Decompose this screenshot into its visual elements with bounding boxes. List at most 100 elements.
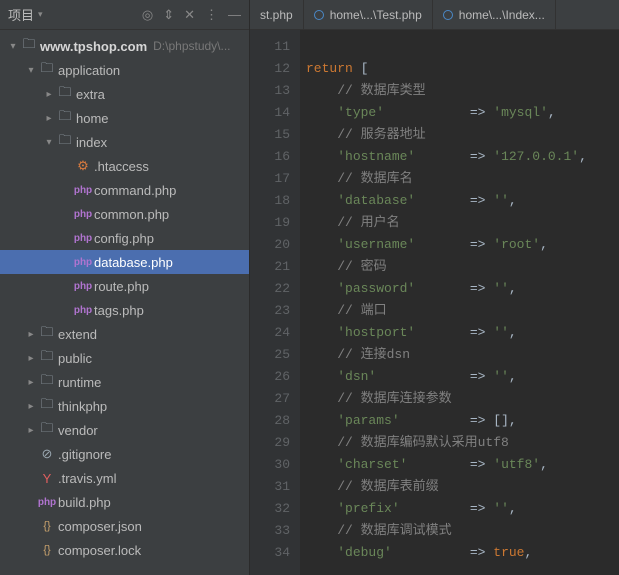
tree-item[interactable]: phproute.php bbox=[0, 274, 249, 298]
code-line[interactable]: 'username' => 'root', bbox=[306, 234, 619, 256]
tree-item[interactable]: ▸🗀thinkphp bbox=[0, 394, 249, 418]
code-line[interactable]: 'prefix' => '', bbox=[306, 498, 619, 520]
line-number: 27 bbox=[256, 388, 290, 410]
tab-label: home\...\Index... bbox=[459, 8, 545, 22]
collapse-icon[interactable]: ✕ bbox=[184, 7, 195, 23]
editor-area: st.phphome\...\Test.php home\...\Index...… bbox=[250, 0, 619, 575]
more-icon[interactable]: ⋮ bbox=[205, 7, 218, 23]
chevron-down-icon[interactable]: ▾ bbox=[6, 41, 20, 52]
chevron-right-icon[interactable]: ▸ bbox=[24, 377, 38, 388]
chevron-down-icon[interactable]: ▾ bbox=[24, 65, 38, 76]
code-lines[interactable]: return [ // 数据库类型 'type' => 'mysql', // … bbox=[300, 30, 619, 575]
tree-item[interactable]: ▸🗀runtime bbox=[0, 370, 249, 394]
sidebar-header: 项目 ▾ ◎ ⇕ ✕ ⋮ — bbox=[0, 0, 249, 30]
line-number: 30 bbox=[256, 454, 290, 476]
php-file-icon: php bbox=[74, 185, 92, 196]
chevron-down-icon[interactable]: ▾ bbox=[42, 137, 56, 148]
folder-icon: 🗀 bbox=[56, 107, 74, 129]
chevron-right-icon[interactable]: ▸ bbox=[24, 425, 38, 436]
tree-item[interactable]: ⊘.gitignore bbox=[0, 442, 249, 466]
folder-icon: 🗀 bbox=[38, 59, 56, 81]
htaccess-icon: ⚙ bbox=[74, 158, 92, 174]
code-line[interactable]: // 用户名 bbox=[306, 212, 619, 234]
chevron-right-icon[interactable]: ▸ bbox=[42, 113, 56, 124]
tree-item-label: extend bbox=[58, 327, 97, 342]
code-line[interactable]: // 数据库类型 bbox=[306, 80, 619, 102]
tree-item[interactable]: {}composer.json bbox=[0, 514, 249, 538]
tree-item[interactable]: phpdatabase.php bbox=[0, 250, 249, 274]
code-line[interactable]: // 数据库编码默认采用utf8 bbox=[306, 432, 619, 454]
target-icon[interactable]: ◎ bbox=[142, 7, 153, 23]
code-line[interactable]: // 端口 bbox=[306, 300, 619, 322]
line-number: 20 bbox=[256, 234, 290, 256]
line-number: 31 bbox=[256, 476, 290, 498]
line-number: 21 bbox=[256, 256, 290, 278]
code-line[interactable]: // 数据库名 bbox=[306, 168, 619, 190]
tree-item[interactable]: Y.travis.yml bbox=[0, 466, 249, 490]
code-line[interactable]: // 数据库调试模式 bbox=[306, 520, 619, 542]
line-number: 23 bbox=[256, 300, 290, 322]
code-line[interactable]: 'debug' => true, bbox=[306, 542, 619, 564]
tree-item-label: extra bbox=[76, 87, 105, 102]
line-number: 19 bbox=[256, 212, 290, 234]
code-line[interactable]: 'params' => [], bbox=[306, 410, 619, 432]
tree-item[interactable]: phptags.php bbox=[0, 298, 249, 322]
code-line[interactable]: // 服务器地址 bbox=[306, 124, 619, 146]
tree-item[interactable]: {}composer.lock bbox=[0, 538, 249, 562]
code-line[interactable]: 'hostname' => '127.0.0.1', bbox=[306, 146, 619, 168]
line-number: 18 bbox=[256, 190, 290, 212]
tree-item[interactable]: ▸🗀extend bbox=[0, 322, 249, 346]
tree-item-label: .travis.yml bbox=[58, 471, 117, 486]
line-number: 33 bbox=[256, 520, 290, 542]
code-line[interactable]: // 连接dsn bbox=[306, 344, 619, 366]
code-line[interactable]: 'dsn' => '', bbox=[306, 366, 619, 388]
tree-item[interactable]: phpbuild.php bbox=[0, 490, 249, 514]
code-line[interactable]: // 数据库连接参数 bbox=[306, 388, 619, 410]
gitignore-icon: ⊘ bbox=[38, 446, 56, 462]
tree-item[interactable]: ▸🗀extra bbox=[0, 82, 249, 106]
tree-item[interactable]: phpcommand.php bbox=[0, 178, 249, 202]
tree-item-label: common.php bbox=[94, 207, 169, 222]
tree-item[interactable]: ▸🗀public bbox=[0, 346, 249, 370]
chevron-down-icon: ▾ bbox=[38, 9, 43, 20]
tree-item-label: runtime bbox=[58, 375, 101, 390]
folder-icon: 🗀 bbox=[38, 371, 56, 393]
tree-root[interactable]: ▾🗀www.tpshop.comD:\phpstudy\... bbox=[0, 34, 249, 58]
tree-item[interactable]: ▸🗀home bbox=[0, 106, 249, 130]
code-line[interactable]: 'password' => '', bbox=[306, 278, 619, 300]
hide-icon[interactable]: — bbox=[228, 7, 241, 23]
tree-item[interactable]: ▾🗀application bbox=[0, 58, 249, 82]
tree-item[interactable]: phpcommon.php bbox=[0, 202, 249, 226]
expand-icon[interactable]: ⇕ bbox=[163, 7, 174, 23]
code-line[interactable]: // 数据库表前缀 bbox=[306, 476, 619, 498]
editor-tab[interactable]: home\...\Index... bbox=[433, 0, 556, 29]
code-line[interactable]: 'database' => '', bbox=[306, 190, 619, 212]
sidebar-title[interactable]: 项目 ▾ bbox=[8, 5, 43, 24]
code-line[interactable]: 'hostport' => '', bbox=[306, 322, 619, 344]
tree-item[interactable]: ⚙.htaccess bbox=[0, 154, 249, 178]
chevron-right-icon[interactable]: ▸ bbox=[42, 89, 56, 100]
folder-icon: 🗀 bbox=[38, 347, 56, 369]
code-line[interactable]: 'type' => 'mysql', bbox=[306, 102, 619, 124]
project-tree[interactable]: ▾🗀www.tpshop.comD:\phpstudy\...▾🗀applica… bbox=[0, 30, 249, 575]
line-number: 25 bbox=[256, 344, 290, 366]
tree-item-label: thinkphp bbox=[58, 399, 107, 414]
tree-item-label: database.php bbox=[94, 255, 173, 270]
code-line[interactable] bbox=[306, 36, 619, 58]
chevron-right-icon[interactable]: ▸ bbox=[24, 353, 38, 364]
editor-tab[interactable]: st.php bbox=[250, 0, 304, 29]
code-line[interactable]: return [ bbox=[306, 58, 619, 80]
tree-item-label: tags.php bbox=[94, 303, 144, 318]
chevron-right-icon[interactable]: ▸ bbox=[24, 401, 38, 412]
code-line[interactable]: // 密码 bbox=[306, 256, 619, 278]
tree-item[interactable]: ▸🗀vendor bbox=[0, 418, 249, 442]
chevron-right-icon[interactable]: ▸ bbox=[24, 329, 38, 340]
code-line[interactable]: 'charset' => 'utf8', bbox=[306, 454, 619, 476]
folder-icon: 🗀 bbox=[20, 35, 38, 57]
php-file-icon: php bbox=[74, 281, 92, 292]
php-circle-icon bbox=[443, 10, 453, 20]
tree-item[interactable]: ▾🗀index bbox=[0, 130, 249, 154]
code-editor[interactable]: 1112131415161718192021222324252627282930… bbox=[250, 30, 619, 575]
editor-tab[interactable]: home\...\Test.php bbox=[304, 0, 433, 29]
tree-item[interactable]: phpconfig.php bbox=[0, 226, 249, 250]
